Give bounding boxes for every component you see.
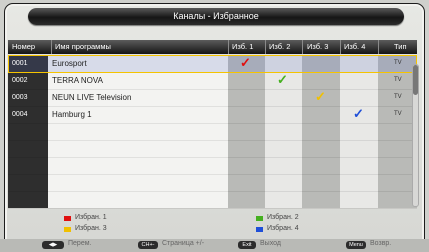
scrollbar-thumb[interactable] (413, 65, 418, 95)
menu-key-icon: Menu (346, 241, 366, 249)
table-header: Номер Имя программы Изб. 1 Изб. 2 Изб. 3… (8, 40, 417, 54)
move-hint: Перем. (68, 240, 92, 247)
col-fav4-header: Изб. 4 (344, 42, 366, 51)
empty-row (8, 191, 417, 209)
legend-swatch-blue (256, 227, 263, 232)
header-divider (228, 40, 229, 54)
empty-row (8, 140, 417, 158)
header-divider (340, 40, 341, 54)
channel-row[interactable]: 0001 Eurosport ✓ TV (8, 55, 417, 73)
col-number-header: Номер (12, 42, 36, 51)
channel-number: 0002 (12, 77, 28, 84)
window-title: Каналы - Избранное (28, 8, 404, 25)
header-divider (51, 40, 52, 54)
legend-label: Избран. 4 (267, 225, 299, 232)
page-key-icon: CH+- (138, 241, 158, 249)
move-key-icon: ◀▶ (42, 241, 64, 249)
check-icon: ✓ (240, 55, 251, 70)
back-hint: Возвр. (370, 240, 392, 247)
col-name-header: Имя программы (55, 42, 111, 51)
legend-label: Избран. 1 (75, 214, 107, 221)
exit-key-icon: Exit (238, 241, 256, 249)
check-icon: ✓ (315, 89, 326, 104)
col-fav3-header: Изб. 3 (307, 42, 329, 51)
scrollbar[interactable] (412, 64, 419, 207)
legend-swatch-red (64, 216, 71, 221)
channel-name: NEUN LIVE Television (52, 93, 132, 102)
channel-name: TERRA NOVA (52, 76, 103, 85)
header-divider (378, 40, 379, 54)
col-fav2-header: Изб. 2 (269, 42, 291, 51)
header-divider (265, 40, 266, 54)
tv-type-icon: TV (394, 77, 402, 83)
empty-row (8, 174, 417, 192)
empty-row (8, 157, 417, 175)
tv-type-icon: TV (394, 111, 402, 117)
check-icon: ✓ (277, 72, 288, 87)
legend-swatch-yellow (64, 227, 71, 232)
header-divider (302, 40, 303, 54)
channel-number: 0004 (12, 111, 28, 118)
channel-row[interactable]: 0002 TERRA NOVA ✓ TV (8, 72, 417, 90)
channel-table: 0001 Eurosport ✓ TV 0002 TERRA NOVA ✓ TV… (8, 55, 417, 209)
channel-number: 0003 (12, 94, 28, 101)
channel-name: Hamburg 1 (52, 110, 92, 119)
footer-help-bar: ◀▶ Перем. CH+- Страница +/- Exit Выход M… (0, 239, 429, 252)
page-hint: Страница +/- (162, 240, 205, 247)
tv-type-icon: TV (394, 60, 402, 66)
channel-name: Eurosport (52, 59, 87, 68)
legend-label: Избран. 2 (267, 214, 299, 221)
channel-row[interactable]: 0004 Hamburg 1 ✓ TV (8, 106, 417, 124)
col-fav1-header: Изб. 1 (232, 42, 254, 51)
col-type-header: Тип (394, 42, 407, 51)
empty-row (8, 123, 417, 141)
exit-hint: Выход (260, 240, 281, 247)
channel-number: 0001 (12, 60, 28, 67)
legend-swatch-green (256, 216, 263, 221)
check-icon: ✓ (353, 106, 364, 121)
tv-type-icon: TV (394, 94, 402, 100)
legend-label: Избран. 3 (75, 225, 107, 232)
